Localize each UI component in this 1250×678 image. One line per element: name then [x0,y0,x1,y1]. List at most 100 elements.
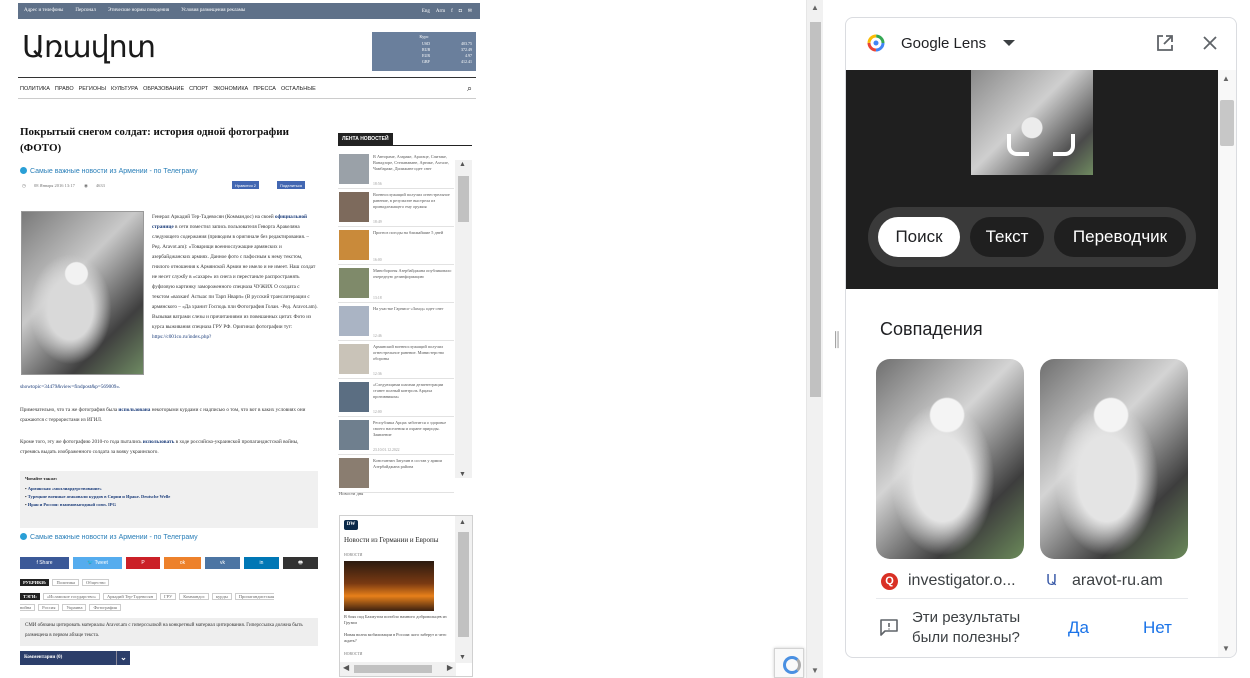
used-link[interactable]: использована [118,407,150,413]
read-also-item[interactable]: Иран и Россия: взаимовыгодный союз. IPG [25,501,313,509]
scroll-left-icon[interactable]: ◀ [343,663,349,672]
match-image-1[interactable] [876,359,1024,559]
nav-item[interactable]: ОБРАЗОВАНИЕ [143,86,184,92]
tag[interactable]: Фотография [89,604,121,611]
topbar-lang-social[interactable]: ✉ [468,9,472,14]
share-button[interactable]: vk [205,557,240,569]
lens-scroll-thumb[interactable] [1220,100,1234,146]
scroll-up-icon[interactable]: ▲ [811,3,819,12]
scroll-down-icon[interactable]: ▼ [811,666,819,675]
nav-item[interactable]: ПРАВО [55,86,74,92]
tag[interactable]: «Исламское государство» [42,593,100,600]
lens-scrollbar[interactable]: ▲ ▼ [1218,70,1236,657]
source-url-link[interactable]: https://c001co.ru/index.php? [152,334,211,340]
nav-item[interactable]: ПОЛИТИКА [20,86,50,92]
match-source-2[interactable]: aravot-ru.am [1072,572,1163,590]
feed-scrollbar[interactable]: ▲ ▼ [455,160,472,478]
rubric-tag[interactable]: Общество [82,579,110,586]
feed-item[interactable]: В Автораме, Азараке, Арагаце, Спитаке, В… [338,151,454,189]
scroll-down-icon[interactable]: ▼ [459,470,466,478]
tab-text[interactable]: Текст [970,217,1044,257]
close-icon[interactable] [1202,35,1218,51]
share-button[interactable]: 🐦 Tweet [73,557,122,569]
scroll-down-icon[interactable]: ▼ [1222,644,1230,653]
dropdown-caret-icon[interactable] [1003,40,1015,46]
page-scroll-thumb[interactable] [810,22,821,397]
fb-like-button[interactable]: Нравится 2 [232,181,259,189]
rubric-tag[interactable]: Политика [52,579,80,586]
read-also-item[interactable]: Армянская «миллиардерствование» [25,485,313,493]
share-button[interactable]: ok [164,557,201,569]
feed-item[interactable]: «Следующими шагами дезинтеграции станет … [338,379,454,417]
dw-news-item[interactable]: Новая волна мобилизации в России: кого з… [344,632,452,644]
feed-scroll-thumb[interactable] [458,176,469,222]
dw-scroll-thumb[interactable] [458,532,469,637]
tag[interactable]: Россия [38,604,60,611]
feed-item[interactable]: Армянский военнослужащий получил огнестр… [338,341,454,379]
telegram-link-bottom[interactable]: Самые важные новости из Армении - по Тел… [20,533,198,541]
feedback-yes-button[interactable]: Да [1068,618,1089,638]
site-logo[interactable]: Առավոտ [22,30,156,65]
tag[interactable]: Коммандос [179,593,209,600]
feed-item[interactable]: Военнослужащий получил огнестрельное ран… [338,189,454,227]
feed-item[interactable]: Константин Затулин в состав у армии Азер… [338,455,454,493]
recaptcha-badge[interactable] [774,648,804,678]
crop-corner-handle[interactable] [1053,134,1075,156]
search-icon[interactable]: ⌕ [467,83,472,94]
nav-item[interactable]: СПОРТ [189,86,208,92]
dw-news-image[interactable] [344,561,434,611]
nav-item[interactable]: ПРЕССА [253,86,276,92]
match-source-1[interactable]: investigator.o... [908,572,1016,590]
topbar-link[interactable]: Этические нормы поведения [108,8,169,13]
source-url-tail[interactable]: showtopic=34479&view=findpost&p=569009». [20,382,120,392]
dw-horizontal-scrollbar[interactable]: ◀ ▶ [340,662,456,676]
feed-item[interactable]: Республика Арцах заботится о здоровье св… [338,417,454,455]
scroll-up-icon[interactable]: ▲ [1222,74,1230,83]
topbar-lang-social[interactable]: Eng [422,9,430,14]
share-button[interactable]: P [126,557,160,569]
page-scrollbar[interactable]: ▲ ▼ [806,0,823,678]
use-link[interactable]: использовать [143,439,175,445]
feed-item[interactable]: На участке Гарнисо-«Заход» идет снег 12:4… [338,303,454,341]
selected-image-crop[interactable] [971,70,1093,175]
topbar-link[interactable]: Адрес и телефоны [24,8,63,13]
dw-hscroll-thumb[interactable] [354,665,432,673]
crop-corner-handle[interactable] [1007,134,1029,156]
tag[interactable]: курды [211,593,232,600]
feedback-no-button[interactable]: Нет [1143,618,1172,638]
read-also-item[interactable]: Турецкие военные атаковали курдов в Сири… [25,493,313,501]
nav-item[interactable]: ЭКОНОМИКА [213,86,248,92]
rate-currency: GBP [422,59,430,64]
nav-item[interactable]: РЕГИОНЫ [79,86,106,92]
open-new-tab-icon[interactable] [1156,34,1174,52]
feed-item[interactable]: Минобороны Азербайджана опубликовало оче… [338,265,454,303]
share-button[interactable]: f Share [20,557,69,569]
share-button[interactable]: 🖶 [283,557,318,569]
feed-more-link[interactable]: Новости дня [339,491,363,496]
tab-search[interactable]: Поиск [878,217,960,257]
topbar-link[interactable]: Условия размещения рекламы [181,8,245,13]
scroll-right-icon[interactable]: ▶ [447,663,453,672]
topbar-lang-social[interactable]: Arm [436,9,445,14]
scroll-down-icon[interactable]: ▼ [459,653,466,661]
feed-item[interactable]: Прогноз погоды на ближайшие 5 дней 16:00 [338,227,454,265]
nav-item[interactable]: ОСТАЛЬНЫЕ [281,86,316,92]
scroll-up-icon[interactable]: ▲ [459,160,466,168]
scroll-up-icon[interactable]: ▲ [459,518,466,526]
match-image-2[interactable] [1040,359,1188,559]
fb-share-button[interactable]: Поделиться [277,181,306,189]
tab-translate[interactable]: Переводчик [1054,217,1186,257]
topbar-lang-social[interactable]: f [451,9,453,14]
share-button[interactable]: in [244,557,279,569]
tag[interactable]: Украина [62,604,87,611]
dw-vertical-scrollbar[interactable]: ▲ ▼ [455,516,472,663]
dw-news-item[interactable]: В боях под Бахмутом погибло намного добр… [344,614,452,626]
comments-toggle[interactable]: Комментарии (0) ⌄ [20,651,130,665]
telegram-link[interactable]: Самые важные новости из Армении - по Тел… [20,167,198,175]
tag[interactable]: ГРУ [160,593,177,600]
nav-item[interactable]: КУЛЬТУРА [111,86,138,92]
topbar-link[interactable]: Персонал [75,8,95,13]
panel-resize-handle[interactable]: ║ [832,333,842,349]
tag[interactable]: Аркадий Тер-Тадевосян [103,593,158,600]
topbar-lang-social[interactable]: ◘ [459,9,462,14]
